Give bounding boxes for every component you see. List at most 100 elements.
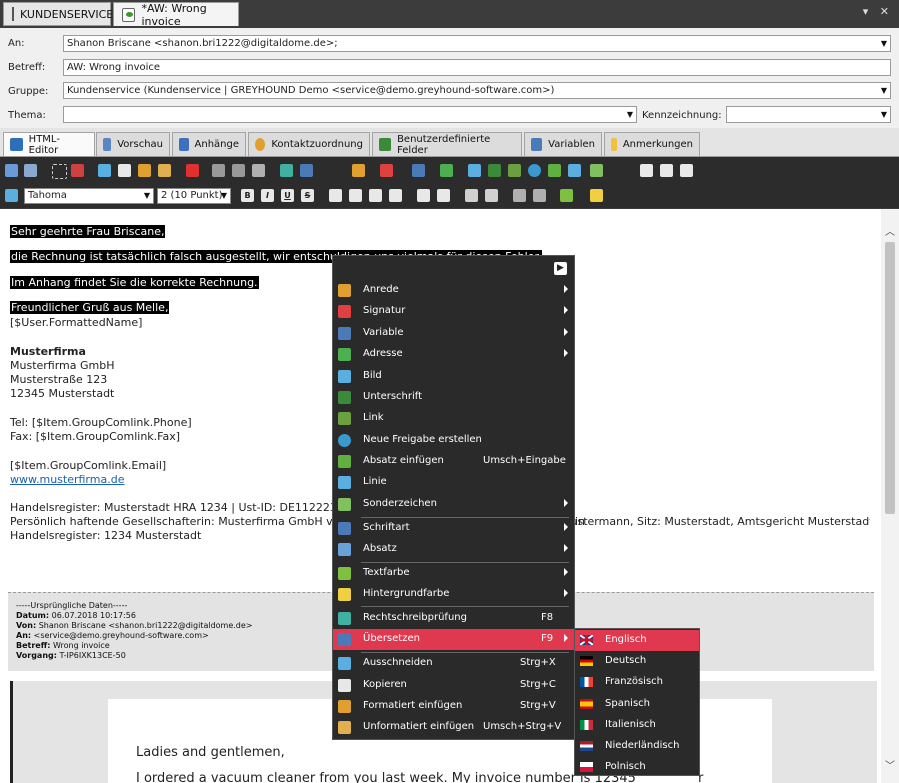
recipient-field[interactable]: Shanon Briscane <shanon.bri1222@digitald…: [63, 35, 891, 52]
menu-item-hintergrundfarbe[interactable]: Hintergrundfarbe: [333, 584, 574, 605]
superscript-icon[interactable]: [437, 189, 450, 202]
tab-anhaenge[interactable]: Anhänge: [172, 132, 246, 156]
chevron-down-icon[interactable]: ▼: [881, 107, 887, 122]
menu-item-schriftart[interactable]: Schriftart: [333, 518, 574, 539]
handwriting-icon[interactable]: [488, 164, 501, 177]
menu-item-unformatiert-einfuegen[interactable]: Unformatiert einfügen Umsch+Strg+V: [333, 717, 574, 738]
language-german[interactable]: Deutsch: [575, 651, 699, 672]
numbered-list-icon[interactable]: [465, 189, 478, 202]
bullet-list-icon[interactable]: [485, 189, 498, 202]
chevron-down-icon[interactable]: ▼: [881, 36, 887, 51]
language-dutch[interactable]: Niederländisch: [575, 736, 699, 757]
forward-icon[interactable]: [232, 164, 245, 177]
tab-anmerkungen[interactable]: Anmerkungen: [604, 132, 700, 156]
menu-item-neue-freigabe[interactable]: Neue Freigabe erstellen: [333, 430, 574, 451]
marking-select[interactable]: ▼: [726, 106, 891, 123]
tab-benutzerdefinierte-felder[interactable]: Benutzerdefinierte Felder: [372, 132, 522, 156]
chevron-down-icon[interactable]: ▼: [881, 83, 887, 98]
align-justify-icon[interactable]: [389, 189, 402, 202]
address-icon[interactable]: [440, 164, 453, 177]
special-chars-icon[interactable]: [590, 164, 603, 177]
language-italian[interactable]: Italienisch: [575, 715, 699, 736]
scroll-down-icon[interactable]: ﹀: [885, 757, 895, 772]
align-center-icon[interactable]: [349, 189, 362, 202]
scrollbar-thumb[interactable]: [885, 242, 895, 514]
table-icon[interactable]: [680, 164, 693, 177]
menu-item-anrede[interactable]: Anrede: [333, 280, 574, 301]
tab-kontaktzuordnung[interactable]: Kontaktzuordnung: [248, 132, 370, 156]
topic-select[interactable]: ▼: [63, 106, 637, 123]
menu-item-uebersetzen[interactable]: Übersetzen F9: [333, 629, 574, 650]
variable-icon[interactable]: [412, 164, 425, 177]
menu-item-kopieren[interactable]: Kopieren Strg+C: [333, 675, 574, 696]
menu-item-unterschrift[interactable]: Unterschrift: [333, 387, 574, 408]
menu-item-sonderzeichen[interactable]: Sonderzeichen: [333, 494, 574, 515]
menu-item-variable[interactable]: Variable: [333, 323, 574, 344]
undo-icon[interactable]: [5, 164, 18, 177]
tab-kundenservice[interactable]: KUNDENSERVICE: [3, 2, 113, 26]
tab-variablen[interactable]: Variablen: [524, 132, 602, 156]
line-icon[interactable]: [568, 164, 581, 177]
language-english[interactable]: Englisch: [575, 630, 699, 651]
website-link[interactable]: www.musterfirma.de: [10, 473, 124, 486]
delete-selection-icon[interactable]: [71, 164, 84, 177]
menu-item-absatz-einfuegen[interactable]: Absatz einfügen Umsch+Eingabe: [333, 451, 574, 472]
background-color-icon[interactable]: [590, 189, 603, 202]
select-all-icon[interactable]: [52, 164, 67, 179]
back-icon[interactable]: [212, 164, 225, 177]
menu-item-linie[interactable]: Linie: [333, 472, 574, 493]
cut-icon[interactable]: [98, 164, 111, 177]
subscript-icon[interactable]: [417, 189, 430, 202]
tab-wrong-invoice[interactable]: *AW: Wrong invoice: [113, 2, 239, 28]
underline-button[interactable]: U: [281, 189, 294, 202]
view-mode-icon[interactable]: [640, 164, 653, 177]
menu-item-bild[interactable]: Bild: [333, 366, 574, 387]
translate-icon[interactable]: [300, 164, 313, 177]
refresh-icon[interactable]: [252, 164, 265, 177]
copy-icon[interactable]: [118, 164, 131, 177]
source-view-icon[interactable]: [660, 164, 673, 177]
font-size-select[interactable]: 2 (10 Punkt) ▼: [157, 188, 231, 204]
image-icon[interactable]: [468, 164, 481, 177]
paste-icon[interactable]: [138, 164, 151, 177]
share-icon[interactable]: [528, 164, 541, 177]
salutation-icon[interactable]: [352, 164, 365, 177]
menu-item-absatz[interactable]: Absatz: [333, 539, 574, 560]
subject-field[interactable]: AW: Wrong invoice: [63, 59, 891, 76]
align-left-icon[interactable]: [329, 189, 342, 202]
align-right-icon[interactable]: [369, 189, 382, 202]
scroll-up-icon[interactable]: ︿: [885, 223, 895, 238]
spellcheck-icon[interactable]: [280, 164, 293, 177]
tab-html-editor[interactable]: HTML-Editor: [3, 132, 95, 156]
menu-item-formatiert-einfuegen[interactable]: Formatiert einfügen Strg+V: [333, 696, 574, 717]
chevron-down-icon[interactable]: ▼: [144, 189, 150, 203]
signature-icon[interactable]: [380, 164, 393, 177]
menu-item-link[interactable]: Link: [333, 408, 574, 429]
italic-button[interactable]: I: [261, 189, 274, 202]
window-controls[interactable]: ▾ ✕: [863, 5, 893, 18]
link-icon[interactable]: [508, 164, 521, 177]
play-icon[interactable]: ▶: [554, 262, 567, 275]
paste-plain-icon[interactable]: [158, 164, 171, 177]
indent-icon[interactable]: [533, 189, 546, 202]
language-french[interactable]: Französisch: [575, 672, 699, 693]
bold-button[interactable]: B: [241, 189, 254, 202]
menu-item-rechtschreibpruefung[interactable]: Rechtschreibprüfung F8: [333, 608, 574, 629]
delete-icon[interactable]: [186, 164, 199, 177]
chevron-down-icon[interactable]: ▼: [627, 107, 633, 122]
language-spanish[interactable]: Spanisch: [575, 694, 699, 715]
group-select[interactable]: Kundenservice (Kundenservice | GREYHOUND…: [63, 82, 891, 99]
language-polish[interactable]: Polnisch: [575, 757, 699, 778]
menu-item-signatur[interactable]: Signatur: [333, 301, 574, 322]
tab-vorschau[interactable]: Vorschau: [96, 132, 170, 156]
font-name-select[interactable]: Tahoma ▼: [24, 188, 154, 204]
insert-paragraph-icon[interactable]: [548, 164, 561, 177]
chevron-down-icon[interactable]: ▼: [221, 189, 227, 203]
menu-item-textfarbe[interactable]: Textfarbe: [333, 563, 574, 584]
menu-item-ausschneiden[interactable]: Ausschneiden Strg+X: [333, 653, 574, 674]
strikethrough-button[interactable]: S: [301, 189, 314, 202]
outdent-icon[interactable]: [513, 189, 526, 202]
redo-icon[interactable]: [24, 164, 37, 177]
text-color-icon[interactable]: [560, 189, 573, 202]
menu-item-adresse[interactable]: Adresse: [333, 344, 574, 365]
